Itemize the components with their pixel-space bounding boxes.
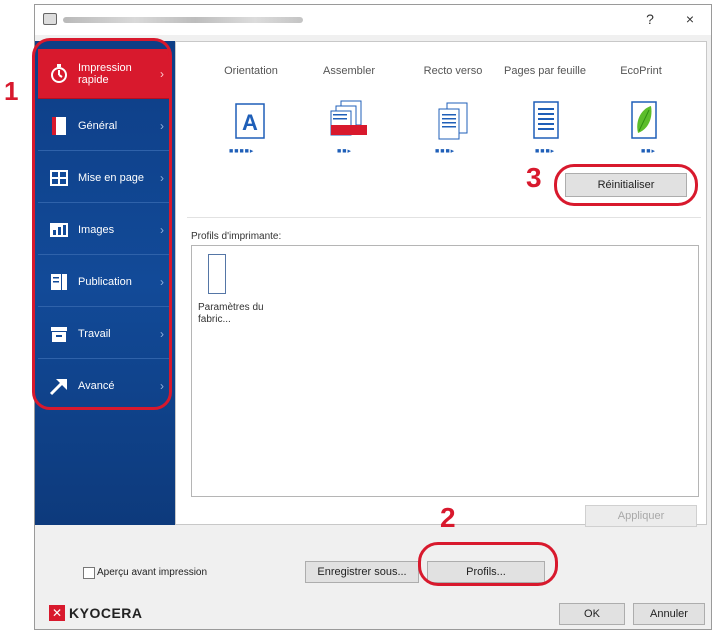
category-sidebar: Impression rapide › Général › Mise en pa…	[35, 41, 175, 525]
publication-icon	[48, 271, 70, 293]
kyocera-logo: ✕ KYOCERA	[49, 605, 143, 621]
callout-number-1: 1	[4, 76, 19, 106]
feature-recto-verso[interactable]: Recto verso	[411, 65, 495, 77]
chevron-right-icon: ›	[160, 326, 164, 341]
title-bar: ? ×	[35, 5, 711, 35]
orientation-a-icon[interactable]: A	[235, 103, 265, 144]
profiles-button[interactable]: Profils...	[427, 561, 545, 583]
stopwatch-icon	[48, 63, 70, 85]
profile-document-icon	[208, 254, 226, 294]
page-icon	[48, 115, 70, 137]
svg-text:A: A	[242, 110, 258, 135]
divider	[187, 217, 701, 218]
printer-app-icon	[43, 13, 57, 25]
sidebar-item-label: Impression rapide	[78, 61, 132, 86]
collate-icon[interactable]	[327, 99, 371, 146]
ecoprint-leaf-icon[interactable]	[631, 101, 657, 144]
feature-label: Orientation	[224, 65, 278, 77]
sidebar-item-label: Avancé	[78, 380, 115, 392]
reset-button[interactable]: Réinitialiser	[565, 173, 687, 197]
chevron-right-icon: ›	[160, 379, 164, 393]
sidebar-item-avance[interactable]: Avancé ›	[38, 361, 170, 411]
callout-number-2: 2	[440, 502, 456, 533]
feature-label: Assembler	[323, 65, 375, 77]
sidebar-item-general[interactable]: Général ›	[38, 101, 170, 151]
ok-button[interactable]: OK	[559, 603, 625, 625]
chevron-right-icon: ›	[160, 274, 164, 289]
pages-per-sheet-option-dots: ■■■▸	[535, 148, 556, 155]
pages-per-sheet-icon[interactable]	[533, 101, 559, 144]
callout-number-3: 3	[526, 162, 542, 193]
feature-label: Recto verso	[423, 65, 483, 77]
duplex-icon[interactable]	[435, 101, 471, 146]
apply-button[interactable]: Appliquer	[585, 505, 697, 527]
sidebar-item-impression-rapide[interactable]: Impression rapide ›	[38, 49, 170, 99]
feature-label: EcoPrint	[620, 65, 662, 77]
chevron-right-icon: ›	[160, 222, 164, 237]
sidebar-item-label: Mise en page	[78, 171, 145, 184]
feature-label: Pages par feuille	[504, 65, 586, 77]
chevron-right-icon: ›	[160, 118, 164, 133]
kyocera-logo-mark: ✕	[49, 605, 65, 621]
duplex-option-dots: ■■■▸	[435, 148, 456, 155]
sidebar-item-label: Travail	[78, 327, 111, 340]
printer-profiles-list[interactable]: Paramètres du fabric...	[191, 245, 699, 497]
sidebar-item-label: Publication	[78, 275, 132, 288]
profile-item-label: Paramètres du fabric...	[198, 302, 264, 325]
feature-pages-par-feuille[interactable]: Pages par feuille	[503, 65, 587, 77]
blurred-window-title	[63, 17, 303, 23]
job-icon	[48, 323, 70, 345]
sidebar-item-label: Images	[78, 223, 115, 236]
cancel-button[interactable]: Annuler	[633, 603, 705, 625]
feature-ecoprint[interactable]: EcoPrint	[599, 65, 683, 77]
print-preview-checkbox[interactable]	[83, 567, 95, 579]
feature-orientation[interactable]: Orientation	[209, 65, 293, 77]
orientation-option-dots: ■■■■▸	[229, 148, 255, 155]
advanced-arrow-icon	[48, 375, 70, 397]
printer-profiles-label: Profils d'imprimante:	[191, 231, 282, 242]
sidebar-item-images[interactable]: Images ›	[38, 205, 170, 255]
save-as-button[interactable]: Enregistrer sous...	[305, 561, 419, 583]
chevron-right-icon: ›	[160, 66, 164, 81]
sidebar-item-travail[interactable]: Travail ›	[38, 309, 170, 359]
close-button[interactable]: ×	[681, 11, 699, 27]
help-button[interactable]: ?	[641, 11, 659, 27]
ecoprint-option-dots: ■■▸	[641, 148, 656, 155]
sidebar-item-publication[interactable]: Publication ›	[38, 257, 170, 307]
chevron-right-icon: ›	[160, 170, 164, 185]
kyocera-logo-text: KYOCERA	[69, 605, 143, 621]
print-preview-label: Aperçu avant impression	[97, 567, 208, 578]
sidebar-item-mise-en-page[interactable]: Mise en page ›	[38, 153, 170, 203]
collate-option-dots: ■■▸	[337, 148, 352, 155]
print-preferences-dialog: ? × Impression rapide › Général › Mise e…	[34, 4, 712, 630]
image-icon	[48, 219, 70, 241]
sidebar-item-label: Général	[78, 119, 118, 132]
layout-icon	[48, 167, 70, 189]
feature-assembler[interactable]: Assembler	[307, 65, 391, 77]
